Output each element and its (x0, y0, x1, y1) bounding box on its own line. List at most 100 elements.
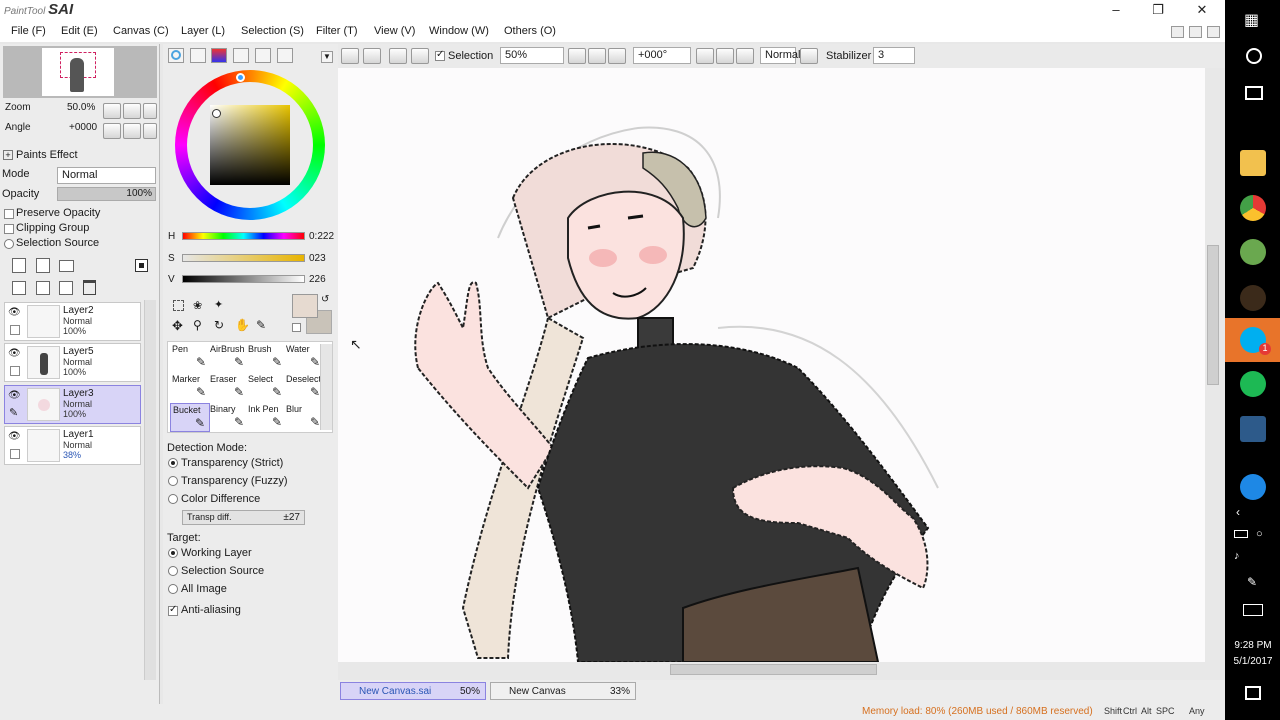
horizontal-scroll-thumb[interactable] (670, 664, 877, 675)
zoom-select[interactable]: 50% (500, 47, 564, 64)
merge-down-icon[interactable] (36, 281, 50, 295)
zoom-tool-icon[interactable]: ⚲ (193, 318, 202, 332)
opacity-slider[interactable]: 100% (57, 187, 156, 201)
rotate-left-button[interactable] (696, 48, 714, 64)
color-wheel-tab[interactable] (168, 48, 184, 63)
close-icon[interactable]: ✕ (1191, 2, 1213, 18)
wifi-icon[interactable]: ○ (1256, 528, 1263, 540)
tool-marker[interactable]: Marker ✎ (170, 373, 210, 402)
app-icon[interactable] (1240, 285, 1266, 311)
blend-mode-select[interactable]: Normal (760, 47, 800, 64)
tool-binary[interactable]: Binary ✎ (208, 403, 248, 432)
selection-checkbox[interactable]: ✓ (435, 49, 445, 61)
transp-diff-slider[interactable]: Transp diff. ±27 (182, 510, 305, 525)
layer-lock-checkbox[interactable] (10, 449, 20, 459)
swap-colors-icon[interactable]: ↺ (321, 294, 329, 305)
select-all-icon[interactable] (389, 48, 407, 64)
detection-fuzzy-radio[interactable] (168, 476, 178, 486)
rect-select-icon[interactable] (173, 300, 184, 311)
zoom-out-button[interactable] (568, 48, 586, 64)
stabilizer-select[interactable]: 3 (873, 47, 915, 64)
restore-icon[interactable]: ❐ (1147, 2, 1169, 18)
windows-start-icon[interactable]: ▦ (1244, 10, 1264, 29)
hand-icon[interactable]: ✋ (235, 318, 250, 332)
tool-brush[interactable]: Brush ✎ (246, 343, 286, 372)
new-linework-layer-icon[interactable] (36, 258, 50, 273)
zoom-in-button[interactable] (588, 48, 606, 64)
layer-lock-checkbox[interactable] (10, 325, 20, 335)
hue-marker[interactable] (236, 73, 245, 82)
anti-aliasing-checkbox[interactable]: ✓ (168, 604, 178, 616)
value-slider[interactable] (182, 275, 305, 283)
menu-view[interactable]: View (V) (374, 25, 415, 37)
nav-zoom-in-button[interactable] (123, 103, 141, 119)
keyboard-icon[interactable] (1243, 604, 1263, 616)
doc-tab-active[interactable]: New Canvas.sai 50% (340, 682, 486, 700)
rotate-tool-icon[interactable]: ↻ (214, 318, 224, 332)
layer-item[interactable]: 👁 Layer2 Normal 100% (4, 302, 141, 341)
rotate-reset-button[interactable] (736, 48, 754, 64)
notifications-icon[interactable] (1245, 686, 1261, 700)
mode-select[interactable]: Normal (57, 167, 156, 184)
menu-selection[interactable]: Selection (S) (241, 25, 304, 37)
primary-color-swatch[interactable] (292, 294, 318, 318)
eyedropper-icon[interactable]: ✎ (256, 318, 266, 332)
tool-ink-pen[interactable]: Ink Pen ✎ (246, 403, 286, 432)
eye-icon[interactable]: 👁 (8, 431, 21, 442)
undo-icon[interactable] (341, 48, 359, 64)
nav-rotate-left-button[interactable] (103, 123, 121, 139)
menu-window[interactable]: Window (W) (429, 25, 489, 37)
panel-menu-icon[interactable]: ▼ (321, 51, 333, 63)
doc-tab[interactable]: New Canvas 33% (490, 682, 636, 700)
navigator-thumbnail[interactable] (42, 48, 114, 96)
lasso-icon[interactable]: ❀ (193, 299, 202, 312)
preserve-opacity-checkbox[interactable] (4, 209, 14, 219)
tool-select[interactable]: Select ✎ (246, 373, 286, 402)
redo-icon[interactable] (363, 48, 381, 64)
layer-lock-checkbox[interactable] (10, 366, 20, 376)
swatches-tab[interactable] (233, 48, 249, 63)
flip-button[interactable] (800, 48, 818, 64)
nav-zoom-out-button[interactable] (103, 103, 121, 119)
eye-icon[interactable]: 👁 (8, 390, 21, 401)
pen-icon[interactable]: ✎ (1247, 575, 1257, 589)
vertical-scroll-thumb[interactable] (1207, 245, 1219, 385)
scratchpad-tab[interactable] (255, 48, 271, 63)
deselect-icon[interactable] (411, 48, 429, 64)
menu-canvas[interactable]: Canvas (C) (113, 25, 169, 37)
eye-icon[interactable]: 👁 (8, 307, 21, 318)
tool-deselect[interactable]: Deselect ✎ (284, 373, 324, 402)
tool-airbrush[interactable]: AirBrush ✎ (208, 343, 248, 372)
target-all-image-radio[interactable] (168, 584, 178, 594)
detection-strict-radio[interactable] (168, 458, 178, 468)
layer-scrollbar[interactable] (144, 300, 156, 680)
system-clock[interactable]: 9:28 PM 5/1/2017 (1228, 638, 1278, 670)
drawing-canvas[interactable] (338, 68, 1213, 662)
detection-color-diff-radio[interactable] (168, 494, 178, 504)
mixer-tab[interactable] (277, 48, 293, 63)
saturation-value-box[interactable] (210, 105, 290, 185)
hue-slider[interactable] (182, 232, 305, 240)
volume-icon[interactable]: ♪ (1234, 550, 1240, 562)
menu-edit[interactable]: Edit (E) (61, 25, 98, 37)
move-icon[interactable]: ✥ (172, 318, 183, 334)
nav-zoom-reset-button[interactable] (143, 103, 157, 119)
menu-filter[interactable]: Filter (T) (316, 25, 358, 37)
tool-grid-scrollbar[interactable] (320, 344, 332, 430)
transfer-down-icon[interactable] (12, 281, 26, 295)
rgb-slider-tab[interactable] (190, 48, 206, 63)
eye-icon[interactable]: 👁 (8, 348, 21, 359)
app-icon[interactable] (1240, 239, 1266, 265)
magic-wand-icon[interactable]: ✦ (214, 298, 223, 311)
minimize-icon[interactable]: – (1105, 2, 1127, 18)
menu-layer[interactable]: Layer (L) (181, 25, 225, 37)
file-explorer-icon[interactable] (1240, 150, 1266, 176)
nav-rotate-reset-button[interactable] (143, 123, 157, 139)
mdi-restore-icon[interactable] (1189, 26, 1202, 38)
tool-eraser[interactable]: Eraser ✎ (208, 373, 248, 402)
mdi-minimize-icon[interactable] (1171, 26, 1184, 38)
tool-blur[interactable]: Blur ✎ (284, 403, 324, 432)
menu-file[interactable]: File (F) (11, 25, 46, 37)
rotate-right-button[interactable] (716, 48, 734, 64)
menu-others[interactable]: Others (O) (504, 25, 556, 37)
